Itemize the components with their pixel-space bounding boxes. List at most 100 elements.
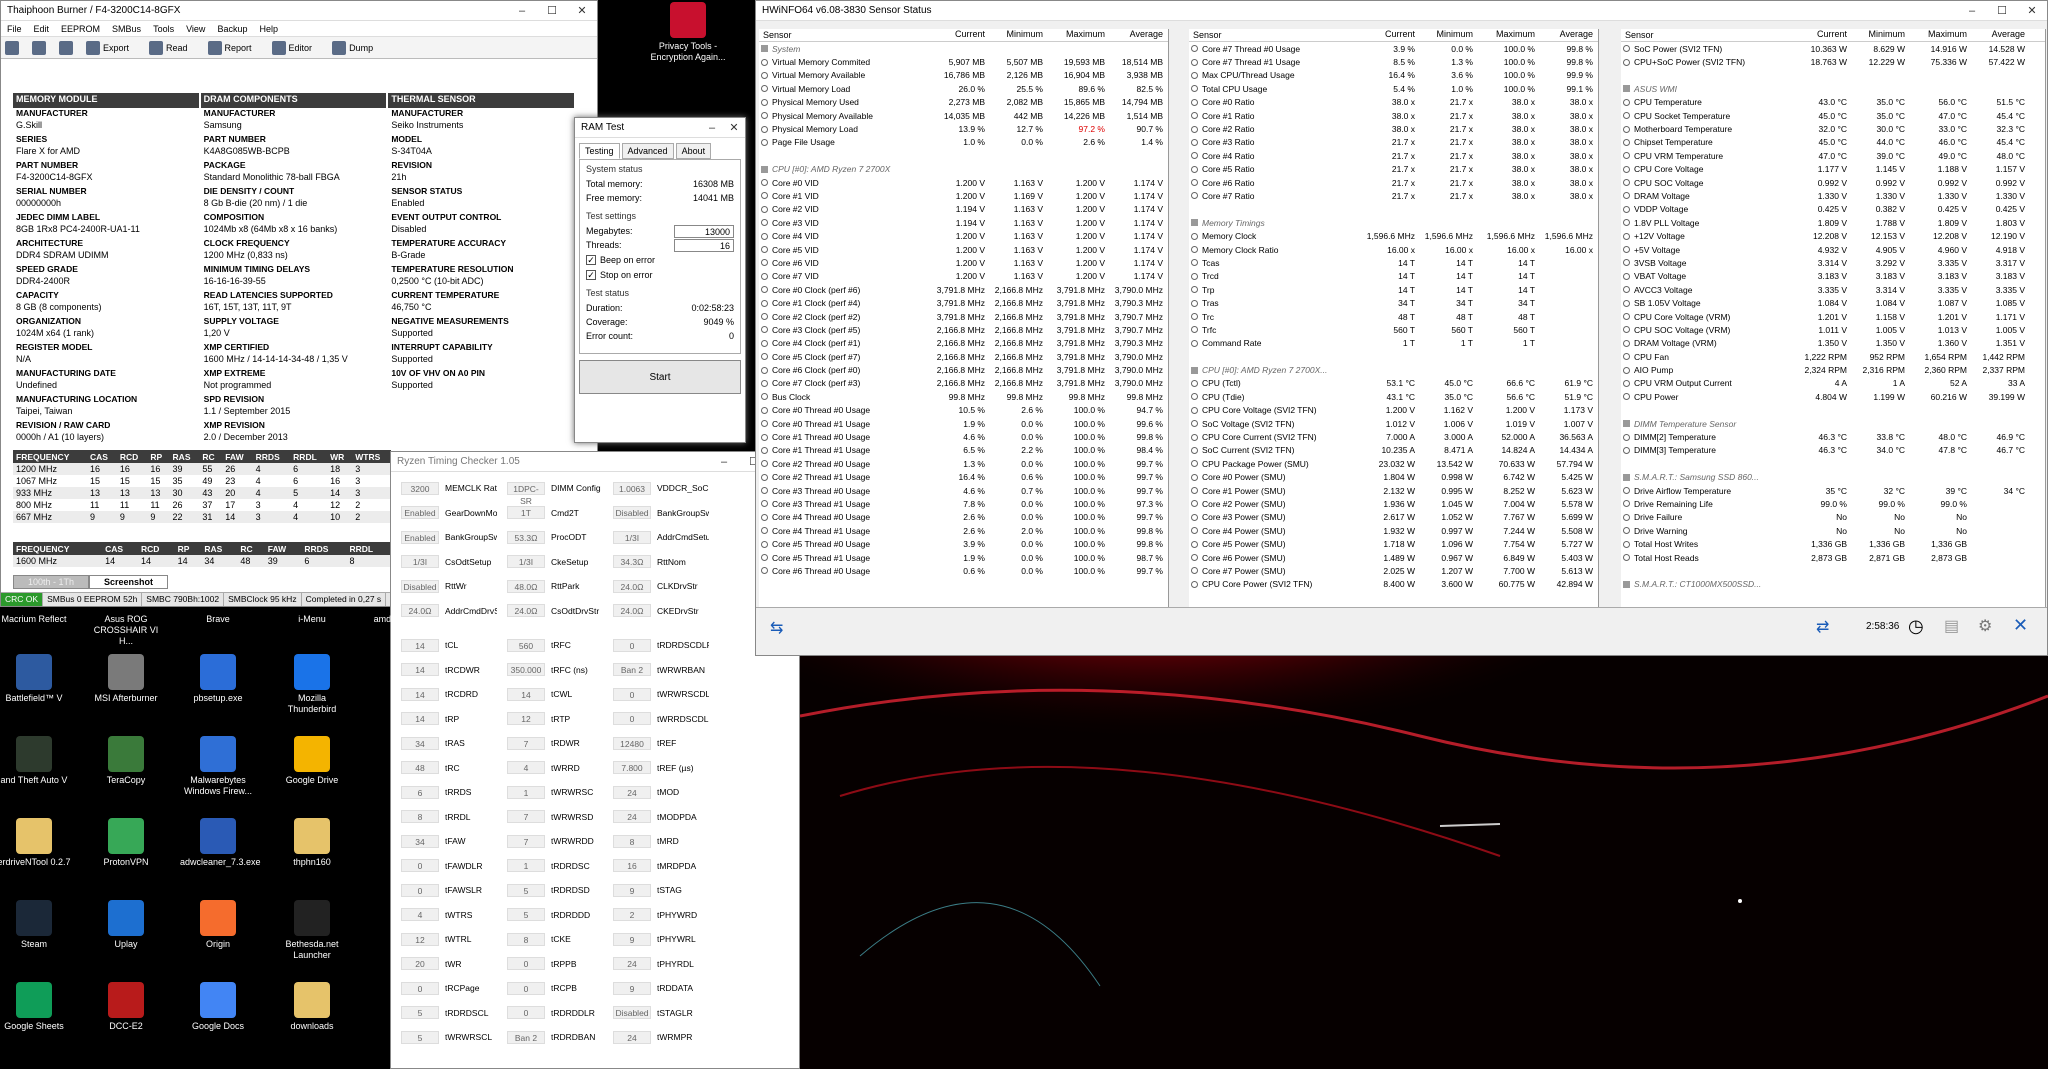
timing-value[interactable]: 48.0Ω [507, 579, 545, 593]
tab-1[interactable]: Screenshot [89, 575, 169, 589]
sensor-row[interactable]: 3VSB Voltage 3.314 V 3.292 V 3.335 V 3.317 V [1621, 256, 2045, 269]
sensor-row[interactable]: Core #2 Thread #0 Usage 1.3 % 0.0 % 100.0 %… [759, 457, 1168, 470]
start-button[interactable]: Start [579, 360, 741, 394]
timing-value[interactable]: 7.800 [613, 761, 651, 775]
report-icon[interactable]: ▤ [1944, 616, 1959, 636]
timing-value[interactable]: Ban 2 [507, 1030, 545, 1044]
sensor-row[interactable]: CPU Core Voltage 1.177 V 1.145 V 1.188 V 1.1… [1621, 163, 2045, 176]
timing-value[interactable]: 14 [507, 687, 545, 701]
hwinfo-titlebar[interactable]: HWiNFO64 v6.08-3830 Sensor Status – ☐ ✕ [756, 1, 2047, 21]
sensor-group-row[interactable] [1621, 457, 2045, 470]
desktop-icon[interactable]: Battlefield™ V [0, 654, 72, 704]
desktop-icon[interactable]: Google Drive [274, 736, 350, 786]
menu-item-view[interactable]: View [186, 24, 205, 34]
timing-value[interactable]: 34.3Ω [613, 555, 651, 569]
megabytes-input[interactable]: 13000 [674, 224, 734, 238]
sensor-row[interactable]: Core #5 Power (SMU) 1.718 W 1.096 W 7.754 W… [1189, 537, 1598, 550]
timing-value[interactable]: Disabled [401, 579, 439, 593]
desktop-icon[interactable]: erdriveNTool 0.2.7 [0, 818, 72, 868]
sensor-row[interactable]: Core #7 Clock (perf #3) 2,166.8 MHz 2,166.… [759, 377, 1168, 390]
sensor-row[interactable]: SoC Power (SVI2 TFN) 10.363 W 8.629 W 14.91… [1621, 42, 2045, 55]
sensor-row[interactable]: CPU Core Power (SVI2 TFN) 8.400 W 3.600 W 6… [1189, 578, 1598, 591]
sensor-row[interactable]: SoC Voltage (SVI2 TFN) 1.012 V 1.006 V 1.01… [1189, 417, 1598, 430]
sensor-row[interactable]: Core #6 Power (SMU) 1.489 W 0.967 W 6.849 W… [1189, 551, 1598, 564]
tab-testing[interactable]: Testing [579, 143, 620, 159]
minimize-button[interactable]: – [701, 122, 723, 134]
desktop-icon[interactable]: Bethesda.net Launcher [274, 900, 350, 961]
sensor-row[interactable]: Core #2 Clock (perf #2) 3,791.8 MHz 2,166.… [759, 310, 1168, 323]
sensor-row[interactable]: Core #5 VID 1.200 V 1.163 V 1.200 V 1.174 V [759, 243, 1168, 256]
hwinfo-window[interactable]: HWiNFO64 v6.08-3830 Sensor Status – ☐ ✕ … [755, 0, 2048, 656]
minimize-button[interactable]: – [709, 456, 739, 468]
timing-value[interactable]: 14 [401, 663, 439, 677]
menu-item-smbus[interactable]: SMBus [112, 24, 141, 34]
ramtest-titlebar[interactable]: RAM Test – ✕ [575, 118, 745, 138]
sensor-group-row[interactable] [759, 149, 1168, 162]
sensor-row[interactable]: CPU Core Current (SVI2 TFN) 7.000 A 3.000 … [1189, 430, 1598, 443]
sensor-row[interactable]: Tcas 14 T 14 T 14 T [1189, 256, 1598, 269]
tab-about[interactable]: About [675, 143, 712, 159]
sensor-row[interactable]: Core #1 VID 1.200 V 1.169 V 1.200 V 1.174 V [759, 189, 1168, 202]
sensor-row[interactable]: CPU Core Voltage (VRM) 1.201 V 1.158 V 1.20… [1621, 310, 2045, 323]
sensor-row[interactable]: Drive Warning No No No [1621, 524, 2045, 537]
tab-0[interactable]: 100th - 1Th [13, 575, 90, 589]
sensor-row[interactable]: Drive Failure No No No [1621, 511, 2045, 524]
sensor-row[interactable]: Drive Airflow Temperature 35 °C 32 °C 39 °C… [1621, 484, 2045, 497]
timing-value[interactable]: 1 [507, 785, 545, 799]
desktop-icon[interactable]: TeraCopy [88, 736, 164, 786]
timing-value[interactable]: 24.0Ω [507, 604, 545, 618]
sensor-row[interactable]: CPU SOC Voltage (VRM) 1.011 V 1.005 V 1.013… [1621, 323, 2045, 336]
dump-button[interactable]: Dump [332, 40, 383, 55]
sensor-row[interactable]: Core #2 VID 1.194 V 1.163 V 1.200 V 1.174 V [759, 203, 1168, 216]
report-button[interactable]: Report [207, 40, 262, 55]
rtc-titlebar[interactable]: Ryzen Timing Checker 1.05 – ☐ ✕ [391, 452, 799, 472]
timing-value[interactable]: 6 [401, 785, 439, 799]
sensor-row[interactable]: Memory Clock Ratio 16.00 x 16.00 x 16.00 x 1… [1189, 243, 1598, 256]
sensor-row[interactable]: Core #1 Power (SMU) 2.132 W 0.995 W 8.252 W… [1189, 484, 1598, 497]
clock-icon[interactable]: ◷ [1908, 616, 1924, 637]
minimize-button[interactable]: – [507, 5, 537, 17]
sensor-row[interactable]: CPU+SoC Power (SVI2 TFN) 18.763 W 12.229 W… [1621, 55, 2045, 68]
ramtest-window[interactable]: RAM Test – ✕ Testing Advanced About System… [574, 117, 746, 443]
sensor-group-row[interactable] [1189, 203, 1598, 216]
network-icon[interactable]: ⇄ [1816, 617, 1829, 637]
sensor-row[interactable]: Chipset Temperature 45.0 °C 44.0 °C 46.0 °C… [1621, 136, 2045, 149]
desktop-icon[interactable]: pbsetup.exe [180, 654, 256, 704]
sensor-row[interactable]: Core #0 Thread #1 Usage 1.9 % 0.0 % 100.0 %… [759, 417, 1168, 430]
sensor-row[interactable]: Core #4 Thread #1 Usage 2.6 % 2.0 % 100.0 %… [759, 524, 1168, 537]
sensor-row[interactable]: Core #3 Ratio 21.7 x 21.7 x 38.0 x 38.0 x [1189, 136, 1598, 149]
sensor-row[interactable]: Core #7 Thread #1 Usage 8.5 % 1.3 % 100.0 %… [1189, 55, 1598, 68]
desktop-icon[interactable]: Asus ROG CROSSHAIR VI H... [88, 614, 164, 647]
sensor-row[interactable]: Trcd 14 T 14 T 14 T [1189, 270, 1598, 283]
timing-value[interactable]: 24 [613, 810, 651, 824]
sensor-row[interactable]: Core #3 VID 1.194 V 1.163 V 1.200 V 1.174 V [759, 216, 1168, 229]
timing-value[interactable]: Ban 2 [613, 663, 651, 677]
desktop-icon[interactable]: Malwarebytes Windows Firew... [180, 736, 256, 797]
timing-value[interactable]: 0 [507, 981, 545, 995]
arrows-icon[interactable]: ⇆ [770, 618, 783, 638]
save-as-icon[interactable] [59, 40, 76, 55]
desktop-icon[interactable]: Brave [180, 614, 256, 625]
menu-item-edit[interactable]: Edit [34, 24, 50, 34]
sensor-row[interactable]: AIO Pump 2,324 RPM 2,316 RPM 2,360 RPM 2,337… [1621, 363, 2045, 376]
timing-value[interactable]: 5 [401, 1006, 439, 1020]
timing-value[interactable]: 1 [507, 859, 545, 873]
timing-value[interactable]: 0 [613, 638, 651, 652]
sensor-row[interactable]: Core #1 Thread #0 Usage 4.6 % 0.0 % 100.0 %… [759, 430, 1168, 443]
save-icon[interactable] [32, 40, 49, 55]
timing-value[interactable]: 0 [613, 712, 651, 726]
sensor-row[interactable]: DIMM[2] Temperature 46.3 °C 33.8 °C 48.0 °C… [1621, 430, 2045, 443]
sensor-group-row[interactable]: S.M.A.R.T.: Samsung SSD 860... [1621, 471, 2045, 484]
thaiphoon-titlebar[interactable]: Thaiphoon Burner / F4-3200C14-8GFX – ☐ ✕ [1, 1, 597, 21]
timing-value[interactable]: 1DPC-SR [507, 481, 545, 506]
timing-value[interactable]: 0 [401, 859, 439, 873]
timing-value[interactable]: 24.0Ω [613, 579, 651, 593]
sensor-row[interactable]: CPU Socket Temperature 45.0 °C 35.0 °C 47.0… [1621, 109, 2045, 122]
timing-value[interactable]: Enabled [401, 506, 439, 520]
timing-value[interactable]: 9 [613, 981, 651, 995]
sensor-row[interactable]: Core #3 Power (SMU) 2.617 W 1.052 W 7.767 W… [1189, 511, 1598, 524]
timing-value[interactable]: 7 [507, 810, 545, 824]
sensor-row[interactable]: VBAT Voltage 3.183 V 3.183 V 3.183 V 3.183 V [1621, 270, 2045, 283]
sensor-row[interactable]: Core #2 Ratio 38.0 x 21.7 x 38.0 x 38.0 x [1189, 122, 1598, 135]
maximize-button[interactable]: ☐ [537, 4, 567, 17]
